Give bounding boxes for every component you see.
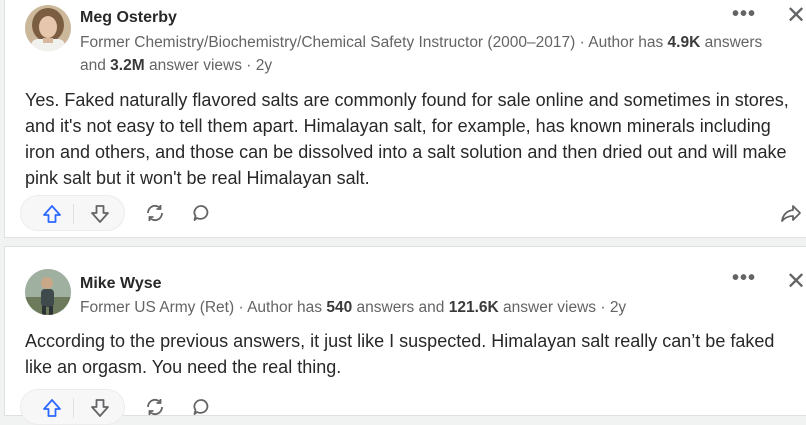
close-icon[interactable]: ✕ bbox=[786, 267, 806, 296]
avatar[interactable] bbox=[25, 269, 71, 315]
author-credential: Former Chemistry/Biochemistry/Chemical S… bbox=[80, 34, 763, 74]
vote-pill bbox=[20, 389, 125, 425]
downvote-arrow-icon[interactable] bbox=[89, 397, 111, 419]
answer-card: Mike Wyse Former US Army (Ret) · Author … bbox=[4, 246, 806, 425]
vote-divider bbox=[73, 204, 74, 224]
author-name[interactable]: Meg Osterby bbox=[80, 9, 177, 27]
share-forward-icon[interactable] bbox=[780, 202, 802, 224]
avatar[interactable] bbox=[25, 5, 71, 51]
comment-bubble-icon[interactable] bbox=[191, 202, 213, 224]
close-icon[interactable]: ✕ bbox=[786, 1, 806, 30]
upvote-arrow-icon[interactable] bbox=[41, 397, 63, 419]
comment-bubble-icon[interactable] bbox=[191, 396, 213, 418]
more-options-icon[interactable]: ••• bbox=[732, 267, 756, 290]
reshare-icon[interactable] bbox=[144, 396, 166, 418]
author-credential: Former US Army (Ret) · Author has 540 an… bbox=[80, 299, 627, 316]
author-name[interactable]: Mike Wyse bbox=[80, 275, 162, 293]
answer-text: Yes. Faked naturally flavored salts are … bbox=[25, 90, 789, 188]
reshare-icon[interactable] bbox=[144, 202, 166, 224]
vote-divider bbox=[73, 398, 74, 418]
more-options-icon[interactable]: ••• bbox=[732, 3, 756, 26]
answer-card: Meg Osterby Former Chemistry/Biochemistr… bbox=[4, 0, 806, 238]
downvote-arrow-icon[interactable] bbox=[89, 203, 111, 225]
answer-text: According to the previous answers, it ju… bbox=[25, 331, 775, 377]
upvote-arrow-icon[interactable] bbox=[41, 203, 63, 225]
vote-pill bbox=[20, 195, 125, 231]
